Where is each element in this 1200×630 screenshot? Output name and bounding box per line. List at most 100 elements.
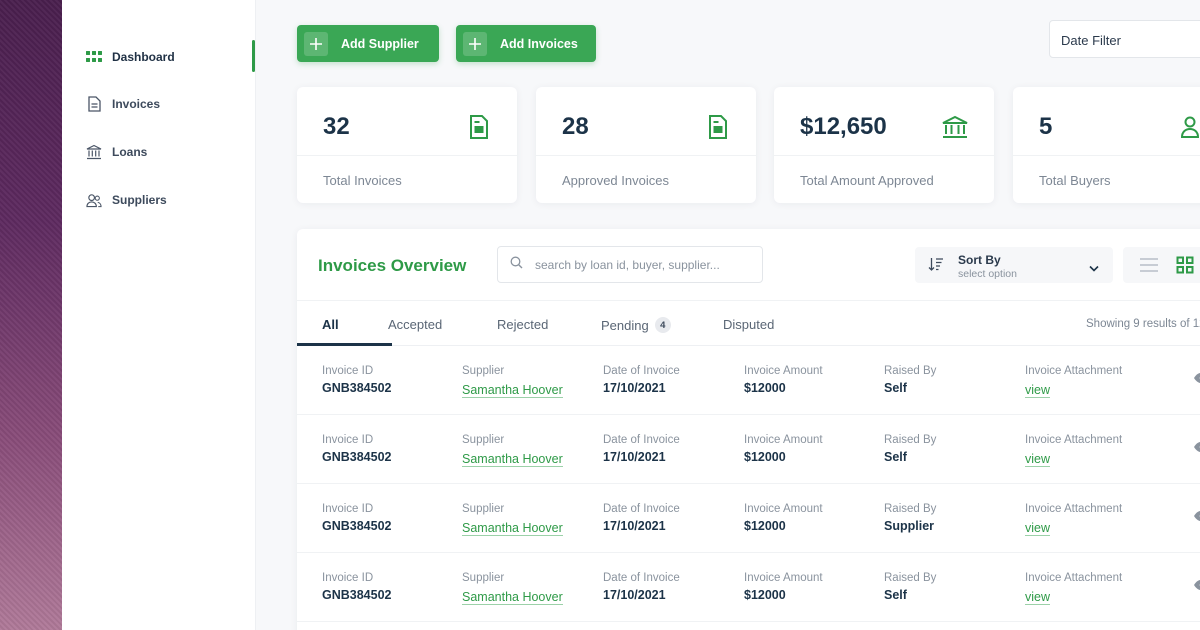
- raised-by: Self: [884, 381, 907, 395]
- column-label: Invoice Attachment: [1025, 434, 1123, 446]
- invoice-amount: $12000: [744, 519, 786, 533]
- document-icon: [469, 115, 491, 139]
- view-attachment-link[interactable]: view: [1025, 383, 1051, 398]
- invoice-amount: $12000: [744, 588, 786, 602]
- card-divider: [536, 155, 756, 156]
- table-row: Invoice ID GNB384502 Supplier Samantha H…: [297, 346, 1200, 415]
- supplier-link[interactable]: Samantha Hoover: [462, 521, 563, 536]
- stat-value: $12,650: [800, 113, 887, 140]
- column-label: Date of Invoice: [603, 503, 680, 515]
- list-view-icon[interactable]: [1139, 257, 1159, 278]
- view-attachment-link[interactable]: view: [1025, 521, 1051, 536]
- stat-card-total-buyers: 5 Total Buyers: [1013, 87, 1200, 203]
- sort-label: Sort By: [958, 253, 1001, 267]
- sidebar-item-loans[interactable]: Loans: [86, 144, 147, 160]
- sidebar-item-invoices[interactable]: Invoices: [86, 96, 160, 112]
- sidebar-item-dashboard[interactable]: Dashboard: [86, 49, 175, 65]
- view-attachment-link[interactable]: view: [1025, 590, 1051, 605]
- invoice-id-cell: Invoice ID GNB384502: [322, 503, 392, 533]
- document-icon: [708, 115, 730, 139]
- column-label: Invoice Amount: [744, 434, 823, 446]
- supplier-link[interactable]: Samantha Hoover: [462, 590, 563, 605]
- sidebar-item-suppliers[interactable]: Suppliers: [86, 192, 167, 208]
- invoice-date: 17/10/2021: [603, 519, 666, 533]
- stat-value: 32: [323, 113, 350, 140]
- column-label: Raised By: [884, 572, 937, 584]
- supplier-link[interactable]: Samantha Hoover: [462, 383, 563, 398]
- column-label: Raised By: [884, 434, 937, 446]
- invoice-id: GNB384502: [322, 450, 392, 464]
- supplier-cell: Supplier Samantha Hoover: [462, 572, 563, 606]
- search-input[interactable]: [535, 257, 745, 272]
- search-box[interactable]: [497, 246, 763, 283]
- column-label: Invoice Attachment: [1025, 572, 1123, 584]
- column-label: Raised By: [884, 503, 937, 515]
- eye-icon[interactable]: [1193, 371, 1200, 389]
- supplier-link[interactable]: Samantha Hoover: [462, 452, 563, 467]
- bank-icon: [942, 115, 968, 139]
- tab-all[interactable]: All: [322, 317, 339, 332]
- sort-icon: [928, 257, 944, 277]
- stat-label: Total Buyers: [1039, 173, 1111, 188]
- raised-by-cell: Raised By Self: [884, 434, 936, 464]
- add-supplier-button[interactable]: Add Supplier: [297, 25, 439, 62]
- invoice-date: 17/10/2021: [603, 450, 666, 464]
- eye-icon[interactable]: [1193, 440, 1200, 458]
- stat-label: Approved Invoices: [562, 173, 669, 188]
- supplier-cell: Supplier Samantha Hoover: [462, 434, 563, 468]
- raised-by: Self: [884, 588, 907, 602]
- eye-icon[interactable]: [1193, 509, 1200, 527]
- stat-value: 28: [562, 113, 589, 140]
- amount-cell: Invoice Amount $12000: [744, 434, 823, 464]
- users-icon: [86, 192, 102, 208]
- amount-cell: Invoice Amount $12000: [744, 365, 823, 395]
- grid-icon: [86, 49, 102, 65]
- stat-card-approved-invoices: 28 Approved Invoices: [536, 87, 756, 203]
- tabs-bar: All Accepted Rejected Pending 4 Disputed…: [297, 300, 1200, 346]
- tab-disputed[interactable]: Disputed: [723, 317, 774, 332]
- column-label: Supplier: [462, 503, 505, 515]
- sidebar-item-label: Invoices: [112, 97, 161, 111]
- invoice-amount: $12000: [744, 381, 786, 395]
- sidebar-item-label: Dashboard: [112, 50, 175, 64]
- date-filter-select[interactable]: Date Filter: [1049, 20, 1200, 58]
- card-divider: [774, 155, 994, 156]
- tab-pending[interactable]: Pending 4: [601, 317, 671, 333]
- column-label: Invoice ID: [322, 503, 374, 515]
- invoice-id: GNB384502: [322, 519, 392, 533]
- plus-icon: [463, 31, 487, 56]
- column-label: Invoice ID: [322, 365, 374, 377]
- card-divider: [1013, 155, 1200, 156]
- stat-card-total-invoices: 32 Total Invoices: [297, 87, 517, 203]
- sidebar-item-label: Suppliers: [112, 193, 167, 207]
- document-icon: [86, 96, 102, 112]
- raised-by-cell: Raised By Supplier: [884, 503, 936, 533]
- column-label: Invoice Attachment: [1025, 503, 1123, 515]
- sidebar-item-label: Loans: [112, 145, 148, 159]
- chevron-down-icon: [1089, 259, 1099, 277]
- invoices-overview-panel: Invoices Overview Sort By select option: [297, 229, 1200, 630]
- users-icon: [1180, 115, 1200, 139]
- stat-value: 5: [1039, 113, 1053, 140]
- tab-rejected[interactable]: Rejected: [497, 317, 548, 332]
- column-label: Supplier: [462, 572, 505, 584]
- column-label: Date of Invoice: [603, 572, 680, 584]
- tab-accepted[interactable]: Accepted: [388, 317, 442, 332]
- search-icon: [510, 256, 523, 274]
- invoice-id: GNB384502: [322, 588, 392, 602]
- add-supplier-label: Add Supplier: [341, 36, 419, 51]
- bank-icon: [86, 144, 102, 160]
- invoice-id: GNB384502: [322, 381, 392, 395]
- sort-dropdown[interactable]: Sort By select option: [915, 247, 1113, 283]
- add-invoices-button[interactable]: Add Invoices: [456, 25, 596, 62]
- view-attachment-link[interactable]: view: [1025, 452, 1051, 467]
- tab-label: Pending: [601, 317, 649, 333]
- column-label: Invoice Amount: [744, 503, 823, 515]
- table-row: Invoice ID GNB384502 Supplier Samantha H…: [297, 484, 1200, 553]
- amount-cell: Invoice Amount $12000: [744, 572, 823, 602]
- view-toggle: [1123, 247, 1200, 283]
- column-label: Invoice ID: [322, 572, 374, 584]
- eye-icon[interactable]: [1193, 578, 1200, 596]
- main-content: Add Supplier Add Invoices Date Filter 32…: [256, 0, 1200, 630]
- grid-view-icon[interactable]: [1176, 256, 1194, 279]
